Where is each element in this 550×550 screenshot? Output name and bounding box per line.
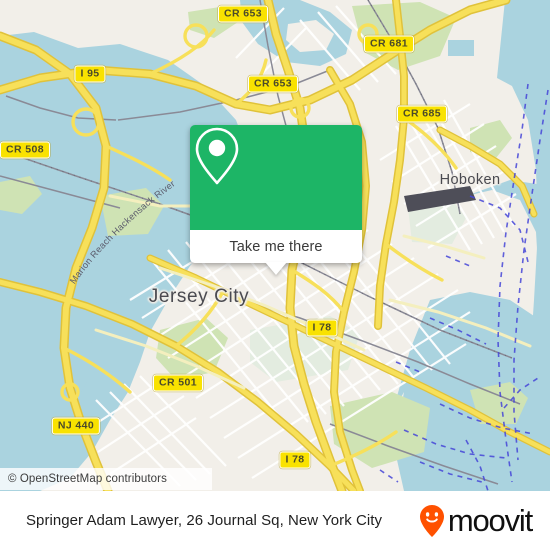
attribution-text: © OpenStreetMap contributors xyxy=(8,473,167,485)
road-shield-i78-lower[interactable]: I 78 xyxy=(279,451,311,469)
place-label-hoboken: Hoboken xyxy=(439,172,501,188)
popup-card-action[interactable]: Take me there xyxy=(190,230,362,275)
road-shield-i78-upper[interactable]: I 78 xyxy=(306,319,338,337)
road-shield-i95[interactable]: I 95 xyxy=(74,65,106,83)
place-label-jersey-city: Jersey City xyxy=(148,286,250,307)
road-shield-cr685[interactable]: CR 685 xyxy=(396,105,448,123)
popup-pointer xyxy=(265,262,287,275)
moovit-smiley-pin-icon xyxy=(419,504,444,537)
road-shield-cr681[interactable]: CR 681 xyxy=(363,35,415,53)
map-pin-icon xyxy=(195,127,239,185)
moovit-wordmark: moovit xyxy=(447,503,533,538)
road-shield-cr653-south[interactable]: CR 653 xyxy=(247,75,299,93)
road-shield-nj440[interactable]: NJ 440 xyxy=(51,417,101,435)
take-me-there-label: Take me there xyxy=(229,238,323,255)
popup-card-header xyxy=(190,125,362,230)
location-popup-card[interactable]: Take me there xyxy=(190,125,362,275)
footer-bar: Springer Adam Lawyer, 26 Journal Sq, New… xyxy=(0,491,550,550)
moovit-logo[interactable]: moovit xyxy=(419,503,533,538)
location-title: Springer Adam Lawyer, 26 Journal Sq, New… xyxy=(26,512,383,529)
map-screenshot: Marion Reach Hackensack River Hoboken Je… xyxy=(0,0,550,550)
road-shield-cr501[interactable]: CR 501 xyxy=(152,374,204,392)
map-canvas[interactable]: Marion Reach Hackensack River Hoboken Je… xyxy=(0,0,550,491)
road-shield-cr508[interactable]: CR 508 xyxy=(0,141,51,159)
map-attribution[interactable]: © OpenStreetMap contributors xyxy=(0,468,212,490)
road-shield-cr653-north[interactable]: CR 653 xyxy=(217,5,269,23)
